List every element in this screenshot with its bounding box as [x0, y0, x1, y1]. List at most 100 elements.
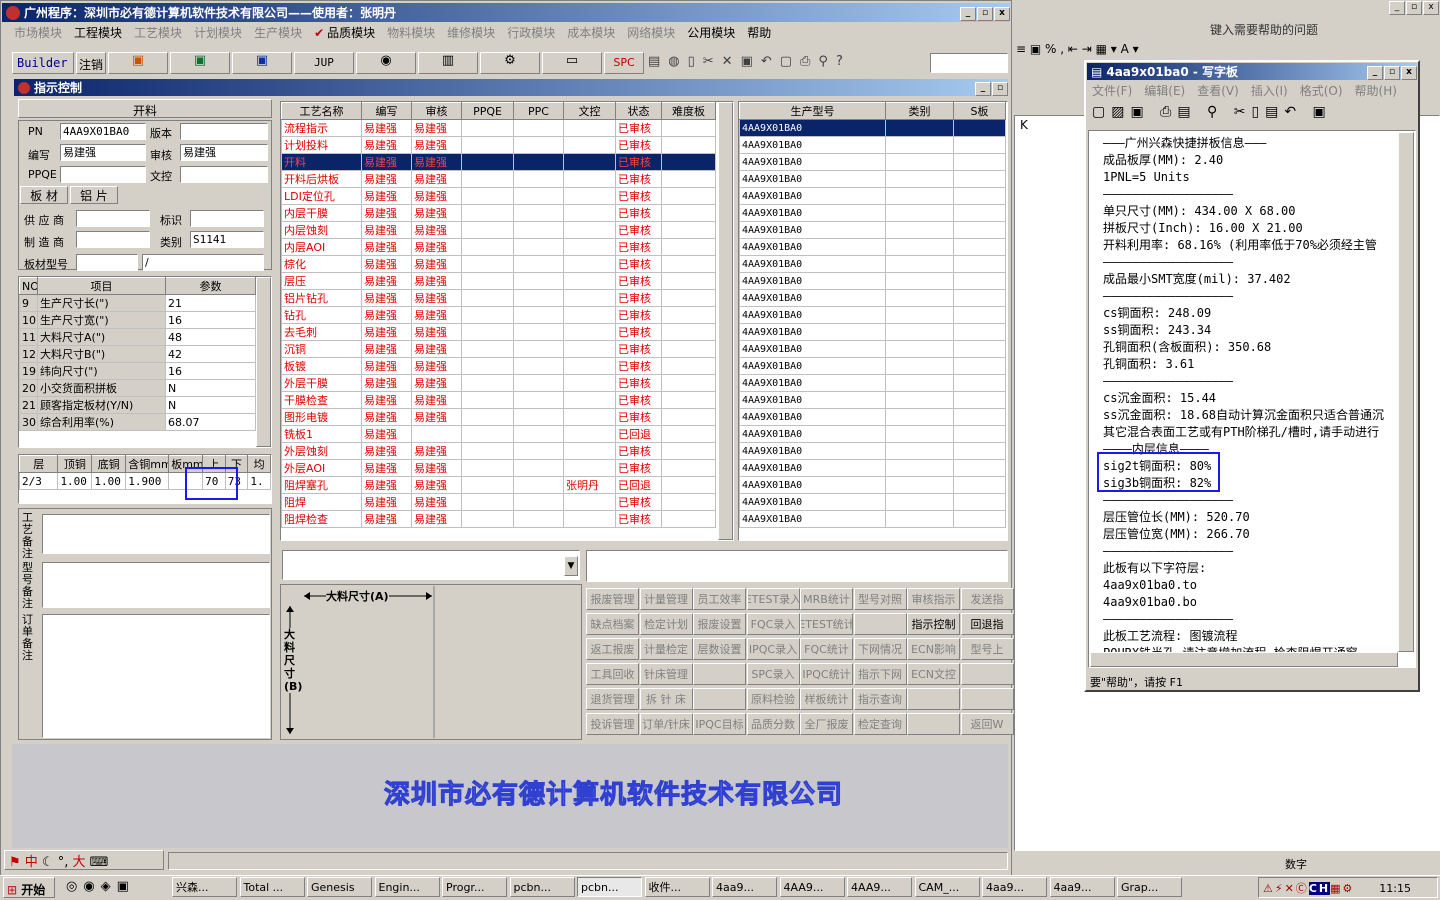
table-row[interactable]: 4AA9X01BA0	[739, 255, 1006, 273]
function-button-2-7[interactable]: 型号上	[960, 638, 1014, 660]
process-header[interactable]: 文控	[563, 102, 616, 120]
function-button-5-7[interactable]: 返回W	[960, 713, 1014, 735]
ime-fullwidth-icon[interactable]: 大	[73, 855, 86, 870]
table-row[interactable]: 4AA9X01BA0	[739, 170, 1006, 188]
function-button-3-7[interactable]	[960, 663, 1014, 685]
minimize-button[interactable]: _	[960, 7, 976, 21]
table-row[interactable]: 4AA9X01BA0	[739, 136, 1006, 154]
table-row[interactable]: 铣板1 易建强 已回退	[281, 425, 716, 443]
table-row[interactable]: 4AA9X01BA0	[739, 425, 1006, 443]
wordpad-menu-item-2[interactable]: 查看(V)	[1197, 82, 1239, 99]
table-row[interactable]: 开料后烘板 易建强 易建强 已审核	[281, 170, 716, 188]
function-button-0-1[interactable]: 计量管理	[639, 588, 693, 610]
menu-item-1[interactable]: 工程模块	[74, 24, 122, 41]
function-button-1-6[interactable]: 指示控制	[907, 613, 960, 635]
table-row[interactable]: 10 生产尺寸宽(") 16	[19, 311, 256, 329]
function-button-2-5[interactable]: 下网情况	[853, 638, 907, 660]
function-button-1-1[interactable]: 检定计划	[639, 613, 693, 635]
version-field[interactable]	[180, 123, 268, 140]
function-button-5-0[interactable]: 投诉管理	[586, 713, 639, 735]
table-row[interactable]: 4AA9X01BA0	[739, 357, 1006, 375]
function-button-0-0[interactable]: 报废管理	[586, 588, 639, 610]
table-row[interactable]: 30 综合利用率(%) 68.07	[19, 413, 256, 431]
tab-aluminum-sheet[interactable]: 铝 片	[70, 186, 118, 204]
menu-item-6[interactable]: 物料模块	[387, 24, 435, 41]
toolbar-small-icons[interactable]: ▤◍▯✂✕▣↶▢⎙⚲?	[648, 54, 928, 72]
table-row[interactable]: 4AA9X01BA0	[739, 306, 1006, 324]
function-button-0-3[interactable]: ETEST录入	[746, 588, 800, 610]
table-row[interactable]: 沉铜 易建强 易建强 已审核	[281, 340, 716, 358]
taskbar-item[interactable]: 4AA9...	[847, 877, 912, 897]
panel-restore-button[interactable]: ▫	[992, 82, 1008, 96]
function-button-0-5[interactable]: 型号对照	[853, 588, 907, 610]
model-field[interactable]	[76, 254, 138, 271]
table-row[interactable]: 11 大料尺寸A(") 48	[19, 328, 256, 346]
process-dropdown[interactable]	[282, 550, 580, 580]
table-row[interactable]: 4AA9X01BA0	[739, 221, 1006, 239]
taskbar-item[interactable]: 4aa9...	[1049, 877, 1115, 897]
function-button-4-0[interactable]: 退货管理	[586, 688, 639, 710]
panel-minimize-button[interactable]: _	[975, 82, 991, 96]
editor-field[interactable]: 易建强	[60, 144, 146, 161]
type-field[interactable]: S1141	[190, 231, 264, 248]
layers-header[interactable]: 层	[19, 455, 59, 473]
function-button-2-2[interactable]: 层数设置	[693, 638, 746, 660]
wordpad-menu-item-1[interactable]: 编辑(E)	[1144, 82, 1185, 99]
table-row[interactable]: 棕化 易建强 易建强 已审核	[281, 255, 716, 273]
function-button-0-4[interactable]: MRB统计	[800, 588, 853, 610]
wordpad-minimize-button[interactable]: _	[1367, 66, 1383, 80]
taskbar-item[interactable]: pcbn...	[509, 877, 575, 897]
order-note-field[interactable]	[42, 614, 270, 738]
layers-header[interactable]: 均	[247, 455, 271, 473]
models-header[interactable]: 生产型号	[739, 102, 886, 120]
tray-icons[interactable]: ⚠⚡✕ⒸCH▦⚙	[1263, 880, 1354, 896]
menu-item-5[interactable]: 品质模块	[327, 24, 375, 41]
process-note-field[interactable]	[42, 514, 270, 554]
menu-item-10[interactable]: 网络模块	[627, 24, 675, 41]
builder-button[interactable]: Builder	[12, 52, 74, 74]
menu-item-3[interactable]: 计划模块	[194, 24, 242, 41]
table-row[interactable]: 4AA9X01BA0	[739, 323, 1006, 341]
params-scrollbar[interactable]	[256, 277, 271, 447]
function-button-3-6[interactable]: ECN文控	[907, 663, 960, 685]
tab-board-material[interactable]: 板 材	[20, 186, 68, 204]
table-row[interactable]: 4AA9X01BA0	[739, 153, 1006, 171]
function-button-2-4[interactable]: FQC统计	[800, 638, 853, 660]
taskbar-item[interactable]: Total ...	[239, 877, 305, 897]
taskbar-item[interactable]: Progr...	[442, 877, 507, 897]
function-button-1-7[interactable]: 回退指	[960, 613, 1014, 635]
table-row[interactable]: 4AA9X01BA0	[739, 340, 1006, 358]
table-row[interactable]: 开料 易建强 易建强 已审核	[281, 153, 716, 171]
function-button-5-6[interactable]	[907, 713, 960, 735]
process-header[interactable]: 审核	[411, 102, 462, 120]
table-row[interactable]: 4AA9X01BA0	[739, 272, 1006, 290]
model-value-field[interactable]: /	[142, 254, 264, 271]
table-row[interactable]: 4AA9X01BA0	[739, 459, 1006, 477]
function-button-3-2[interactable]	[693, 663, 746, 685]
computer-icon[interactable]: ▭	[542, 52, 602, 74]
maker-field[interactable]	[76, 231, 150, 248]
spc-button[interactable]: SPC	[604, 52, 644, 74]
function-button-0-7[interactable]: 发送指	[960, 588, 1014, 610]
table-row[interactable]: 外层蚀刻 易建强 易建强 已审核	[281, 442, 716, 460]
process-header[interactable]: 难度板	[661, 102, 716, 120]
wordpad-menu-item-4[interactable]: 格式(O)	[1300, 82, 1343, 99]
function-button-3-5[interactable]: 指示下网	[853, 663, 907, 685]
function-button-3-3[interactable]: SPC录入	[746, 663, 800, 685]
table-row[interactable]: 12 大料尺寸B(") 42	[19, 345, 256, 363]
function-button-1-0[interactable]: 缺点档案	[586, 613, 639, 635]
table-row[interactable]: 21 顾客指定板材(Y/N) N	[19, 396, 256, 414]
ime-moon-icon[interactable]: ☾ °,	[42, 855, 68, 870]
params-table[interactable]: NO 项目 参数 9 生产尺寸长(") 21 10 生产尺寸宽(") 16 11 大料尺寸A(") 4…	[18, 276, 272, 448]
layers-header[interactable]: 底铜	[91, 455, 127, 473]
database-icon[interactable]: ▥	[418, 52, 478, 74]
eye-icon[interactable]: ◉	[356, 52, 416, 74]
reviewer-field[interactable]: 易建强	[180, 144, 268, 161]
table-row[interactable]: 图形电镀 易建强 易建强 已审核	[281, 408, 716, 426]
table-row[interactable]: 4AA9X01BA0	[739, 408, 1006, 426]
excel-help-box[interactable]: 键入需要帮助的问题	[1210, 21, 1385, 38]
wordpad-maximize-button[interactable]: ▫	[1384, 66, 1400, 80]
dropdown-arrow-icon[interactable]: ▼	[564, 556, 578, 576]
function-button-2-0[interactable]: 返工报废	[586, 638, 639, 660]
taskbar-item[interactable]: pcbn...	[577, 877, 642, 897]
